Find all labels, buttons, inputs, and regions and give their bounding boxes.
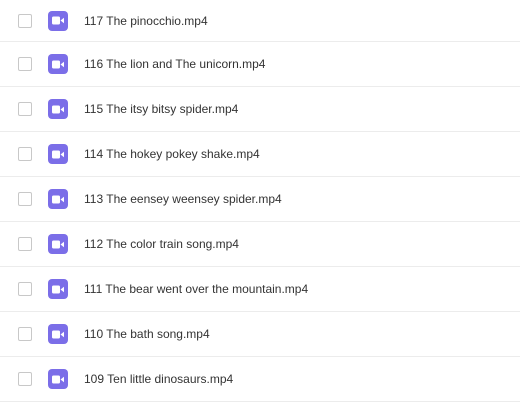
file-checkbox[interactable] — [18, 282, 32, 296]
video-file-icon — [48, 99, 68, 119]
file-row[interactable]: 113 The eensey weensey spider.mp4 — [0, 177, 520, 222]
video-file-icon — [48, 279, 68, 299]
file-checkbox[interactable] — [18, 102, 32, 116]
file-checkbox[interactable] — [18, 192, 32, 206]
file-name[interactable]: 109 Ten little dinosaurs.mp4 — [84, 372, 233, 386]
file-row[interactable]: 114 The hokey pokey shake.mp4 — [0, 132, 520, 177]
file-name[interactable]: 112 The color train song.mp4 — [84, 237, 239, 251]
video-file-icon — [48, 54, 68, 74]
file-checkbox[interactable] — [18, 372, 32, 386]
video-file-icon — [48, 324, 68, 344]
file-checkbox[interactable] — [18, 57, 32, 71]
file-row[interactable]: 109 Ten little dinosaurs.mp4 — [0, 357, 520, 402]
file-name[interactable]: 114 The hokey pokey shake.mp4 — [84, 147, 260, 161]
file-checkbox[interactable] — [18, 147, 32, 161]
file-checkbox[interactable] — [18, 13, 32, 28]
file-row[interactable]: 110 The bath song.mp4 — [0, 312, 520, 357]
video-file-icon — [48, 234, 68, 254]
file-name[interactable]: 111 The bear went over the mountain.mp4 — [84, 282, 308, 296]
file-row[interactable]: 116 The lion and The unicorn.mp4 — [0, 42, 520, 87]
file-name[interactable]: 115 The itsy bitsy spider.mp4 — [84, 102, 238, 116]
file-checkbox[interactable] — [18, 327, 32, 341]
file-name[interactable]: 113 The eensey weensey spider.mp4 — [84, 192, 282, 206]
video-file-icon — [48, 144, 68, 164]
file-row[interactable]: 115 The itsy bitsy spider.mp4 — [0, 87, 520, 132]
file-list: 117 The pinocchio.mp4 116 The lion and T… — [0, 0, 520, 406]
file-name[interactable]: 110 The bath song.mp4 — [84, 327, 210, 341]
video-file-icon — [48, 369, 68, 389]
video-file-icon — [48, 10, 68, 31]
file-row[interactable]: 117 The pinocchio.mp4 — [0, 0, 520, 42]
file-row[interactable]: 111 The bear went over the mountain.mp4 — [0, 267, 520, 312]
video-file-icon — [48, 189, 68, 209]
file-name[interactable]: 116 The lion and The unicorn.mp4 — [84, 57, 265, 71]
file-checkbox[interactable] — [18, 237, 32, 251]
file-row[interactable]: 112 The color train song.mp4 — [0, 222, 520, 267]
file-name[interactable]: 117 The pinocchio.mp4 — [84, 14, 208, 28]
